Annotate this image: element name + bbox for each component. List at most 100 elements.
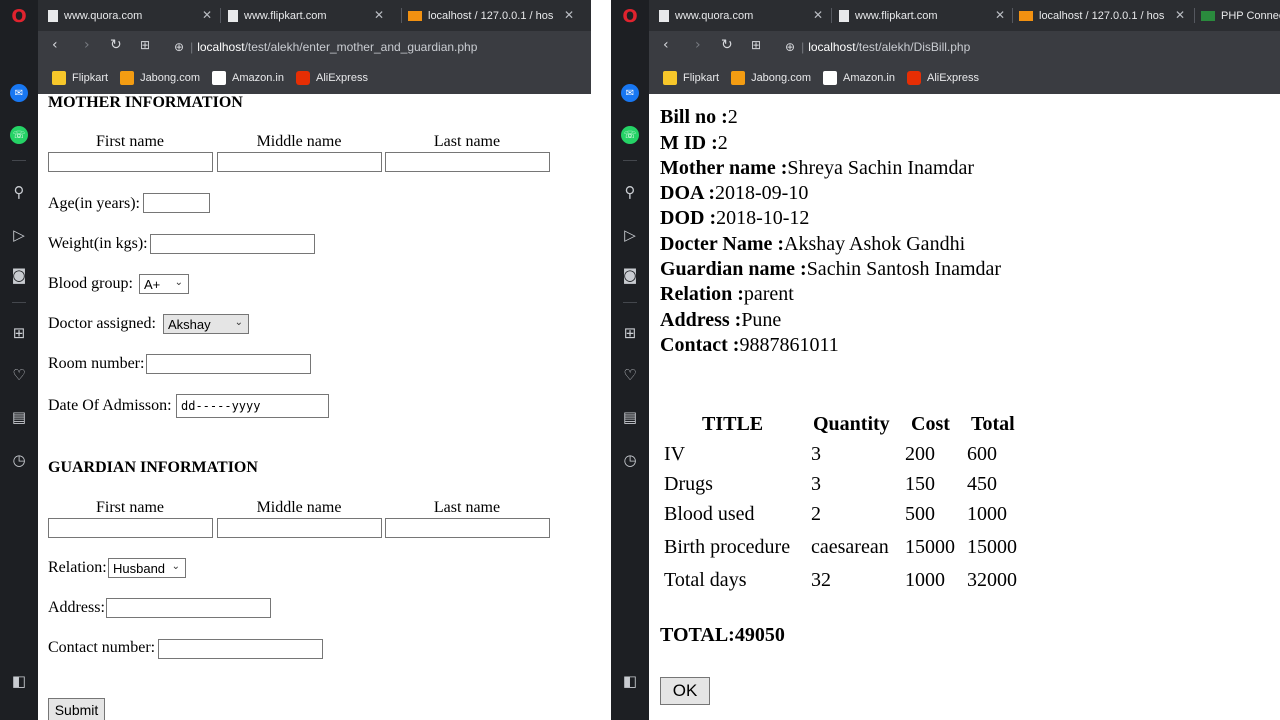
send-icon[interactable]: ▷ (620, 225, 640, 245)
url-field[interactable]: ⊕ | localhost /test/alekh/DisBill.php (785, 36, 1280, 57)
camera-icon[interactable]: ◙ (9, 265, 29, 285)
table-header-total: Total (971, 413, 1015, 435)
url-field[interactable]: ⊕ | localhost /test/alekh/enter_mother_a… (174, 36, 591, 57)
tab-flipkart[interactable]: www.flipkart.com ✕ (839, 4, 1009, 27)
back-icon[interactable]: ‹ (663, 37, 669, 53)
admission-date-input[interactable]: dd-----yyyy (176, 394, 329, 418)
tab-quora[interactable]: www.quora.com ✕ (48, 4, 216, 27)
ok-button[interactable]: OK (660, 677, 710, 705)
close-icon[interactable]: ✕ (374, 8, 384, 22)
sidebar-toggle-icon[interactable]: ◧ (9, 671, 29, 691)
room-number-label: Room number: (48, 355, 145, 372)
relation-select[interactable]: Husband ⌄ (108, 558, 186, 578)
url-host: localhost (808, 39, 856, 54)
bookmarks-bar: Flipkart Jabong.com Amazon.in AliExpress (38, 62, 591, 94)
back-icon[interactable]: ‹ (52, 37, 58, 53)
whatsapp-icon[interactable]: ☏ (10, 126, 28, 144)
reload-icon[interactable]: ↻ (721, 37, 733, 53)
mother-name-line: Mother name :Shreya Sachin Inamdar (660, 157, 974, 180)
guardian-name-value: Sachin Santosh Inamdar (806, 258, 1002, 280)
bookmark-aliexpress[interactable]: AliExpress (295, 71, 368, 85)
reload-icon[interactable]: ↻ (110, 37, 122, 53)
tab-bar: www.quora.com ✕ www.flipkart.com ✕ local… (38, 0, 591, 31)
doctor-assigned-select[interactable]: Akshay ⌄ (163, 314, 249, 334)
jabong-icon (120, 71, 135, 85)
contact-line: Contact :9887861011 (660, 334, 839, 357)
bookmark-amazon[interactable]: Amazon.in (212, 71, 284, 85)
opera-logo-icon[interactable]: O (9, 6, 29, 27)
mother-first-name-label: First name (96, 133, 164, 150)
bookmark-amazon[interactable]: Amazon.in (823, 71, 895, 85)
contact-label: Contact : (660, 334, 740, 356)
tab-phpmyadmin[interactable]: localhost / 127.0.0.1 / hos ✕ (408, 4, 578, 27)
table-header-cost: Cost (911, 413, 950, 435)
close-icon[interactable]: ✕ (813, 8, 823, 22)
forward-icon[interactable]: › (695, 37, 701, 53)
news-icon[interactable]: ▤ (620, 407, 640, 427)
messenger-icon[interactable]: ✉ (10, 84, 28, 102)
table-cell: Birth procedure (664, 536, 791, 558)
tab-php-connect[interactable]: PHP Connect (1201, 4, 1280, 27)
heart-icon[interactable]: ♡ (9, 365, 29, 385)
mother-first-name-input[interactable] (48, 152, 213, 172)
sidebar-toggle-icon[interactable]: ◧ (620, 671, 640, 691)
news-icon[interactable]: ▤ (9, 407, 29, 427)
mother-last-name-label: Last name (433, 133, 501, 150)
guardian-last-name-input[interactable] (385, 518, 550, 538)
tab-phpmyadmin[interactable]: localhost / 127.0.0.1 / hos ✕ (1019, 4, 1189, 27)
whatsapp-icon[interactable]: ☏ (621, 126, 639, 144)
guardian-middle-name-input[interactable] (217, 518, 382, 538)
jabong-icon (731, 71, 746, 85)
camera-icon[interactable]: ◙ (620, 265, 640, 285)
bookmark-label: Flipkart (683, 72, 720, 84)
contact-number-input[interactable] (158, 639, 323, 659)
search-icon[interactable]: ⚲ (620, 182, 640, 202)
bookmark-aliexpress[interactable]: AliExpress (906, 71, 979, 85)
mother-middle-name-input[interactable] (217, 152, 382, 172)
bookmark-flipkart[interactable]: Flipkart (663, 71, 719, 85)
contact-value: 9887861011 (739, 334, 839, 356)
close-icon[interactable]: ✕ (202, 8, 212, 22)
tab-flipkart[interactable]: www.flipkart.com ✕ (228, 4, 388, 27)
mother-middle-name-label: Middle name (256, 133, 342, 150)
tabs-grid-icon[interactable]: ⊞ (751, 38, 761, 52)
address-input[interactable] (106, 598, 271, 618)
table-cell: 32 (811, 569, 831, 591)
speed-dial-icon[interactable]: ⊞ (9, 323, 29, 343)
search-icon[interactable]: ⚲ (9, 182, 29, 202)
date-placeholder: dd-----yyyy (181, 399, 261, 413)
history-icon[interactable]: ◷ (9, 450, 29, 470)
blood-group-label: Blood group: (48, 275, 133, 292)
dod-label: DOD : (660, 207, 717, 229)
relation-label: Relation: (48, 559, 107, 576)
bookmark-label: Jabong.com (140, 72, 200, 84)
messenger-icon[interactable]: ✉ (621, 84, 639, 102)
close-icon[interactable]: ✕ (1175, 8, 1185, 22)
address-bar: ‹ › ↻ ⊞ ⊕ | localhost /test/alekh/DisBil… (649, 31, 1280, 62)
room-number-input[interactable] (146, 354, 311, 374)
age-label: Age(in years): (48, 195, 140, 212)
mother-last-name-input[interactable] (385, 152, 550, 172)
speed-dial-icon[interactable]: ⊞ (620, 323, 640, 343)
tabs-grid-icon[interactable]: ⊞ (140, 38, 150, 52)
bookmark-jabong[interactable]: Jabong.com (120, 71, 200, 85)
history-icon[interactable]: ◷ (620, 450, 640, 470)
close-icon[interactable]: ✕ (564, 8, 574, 22)
heart-icon[interactable]: ♡ (620, 365, 640, 385)
weight-input[interactable] (150, 234, 315, 254)
forward-icon[interactable]: › (84, 37, 90, 53)
close-icon[interactable]: ✕ (995, 8, 1005, 22)
aliexpress-icon (295, 71, 310, 85)
age-input[interactable] (143, 193, 210, 213)
submit-button[interactable]: Submit (48, 698, 105, 720)
bookmark-flipkart[interactable]: Flipkart (52, 71, 108, 85)
url-path: /test/alekh/DisBill.php (855, 39, 971, 54)
blood-group-select[interactable]: A+ ⌄ (139, 274, 189, 294)
bookmark-jabong[interactable]: Jabong.com (731, 71, 811, 85)
opera-logo-icon[interactable]: O (620, 6, 640, 27)
tab-divider (401, 8, 402, 23)
send-icon[interactable]: ▷ (9, 225, 29, 245)
contact-number-label: Contact number: (48, 639, 156, 656)
guardian-first-name-input[interactable] (48, 518, 213, 538)
tab-quora[interactable]: www.quora.com ✕ (659, 4, 827, 27)
